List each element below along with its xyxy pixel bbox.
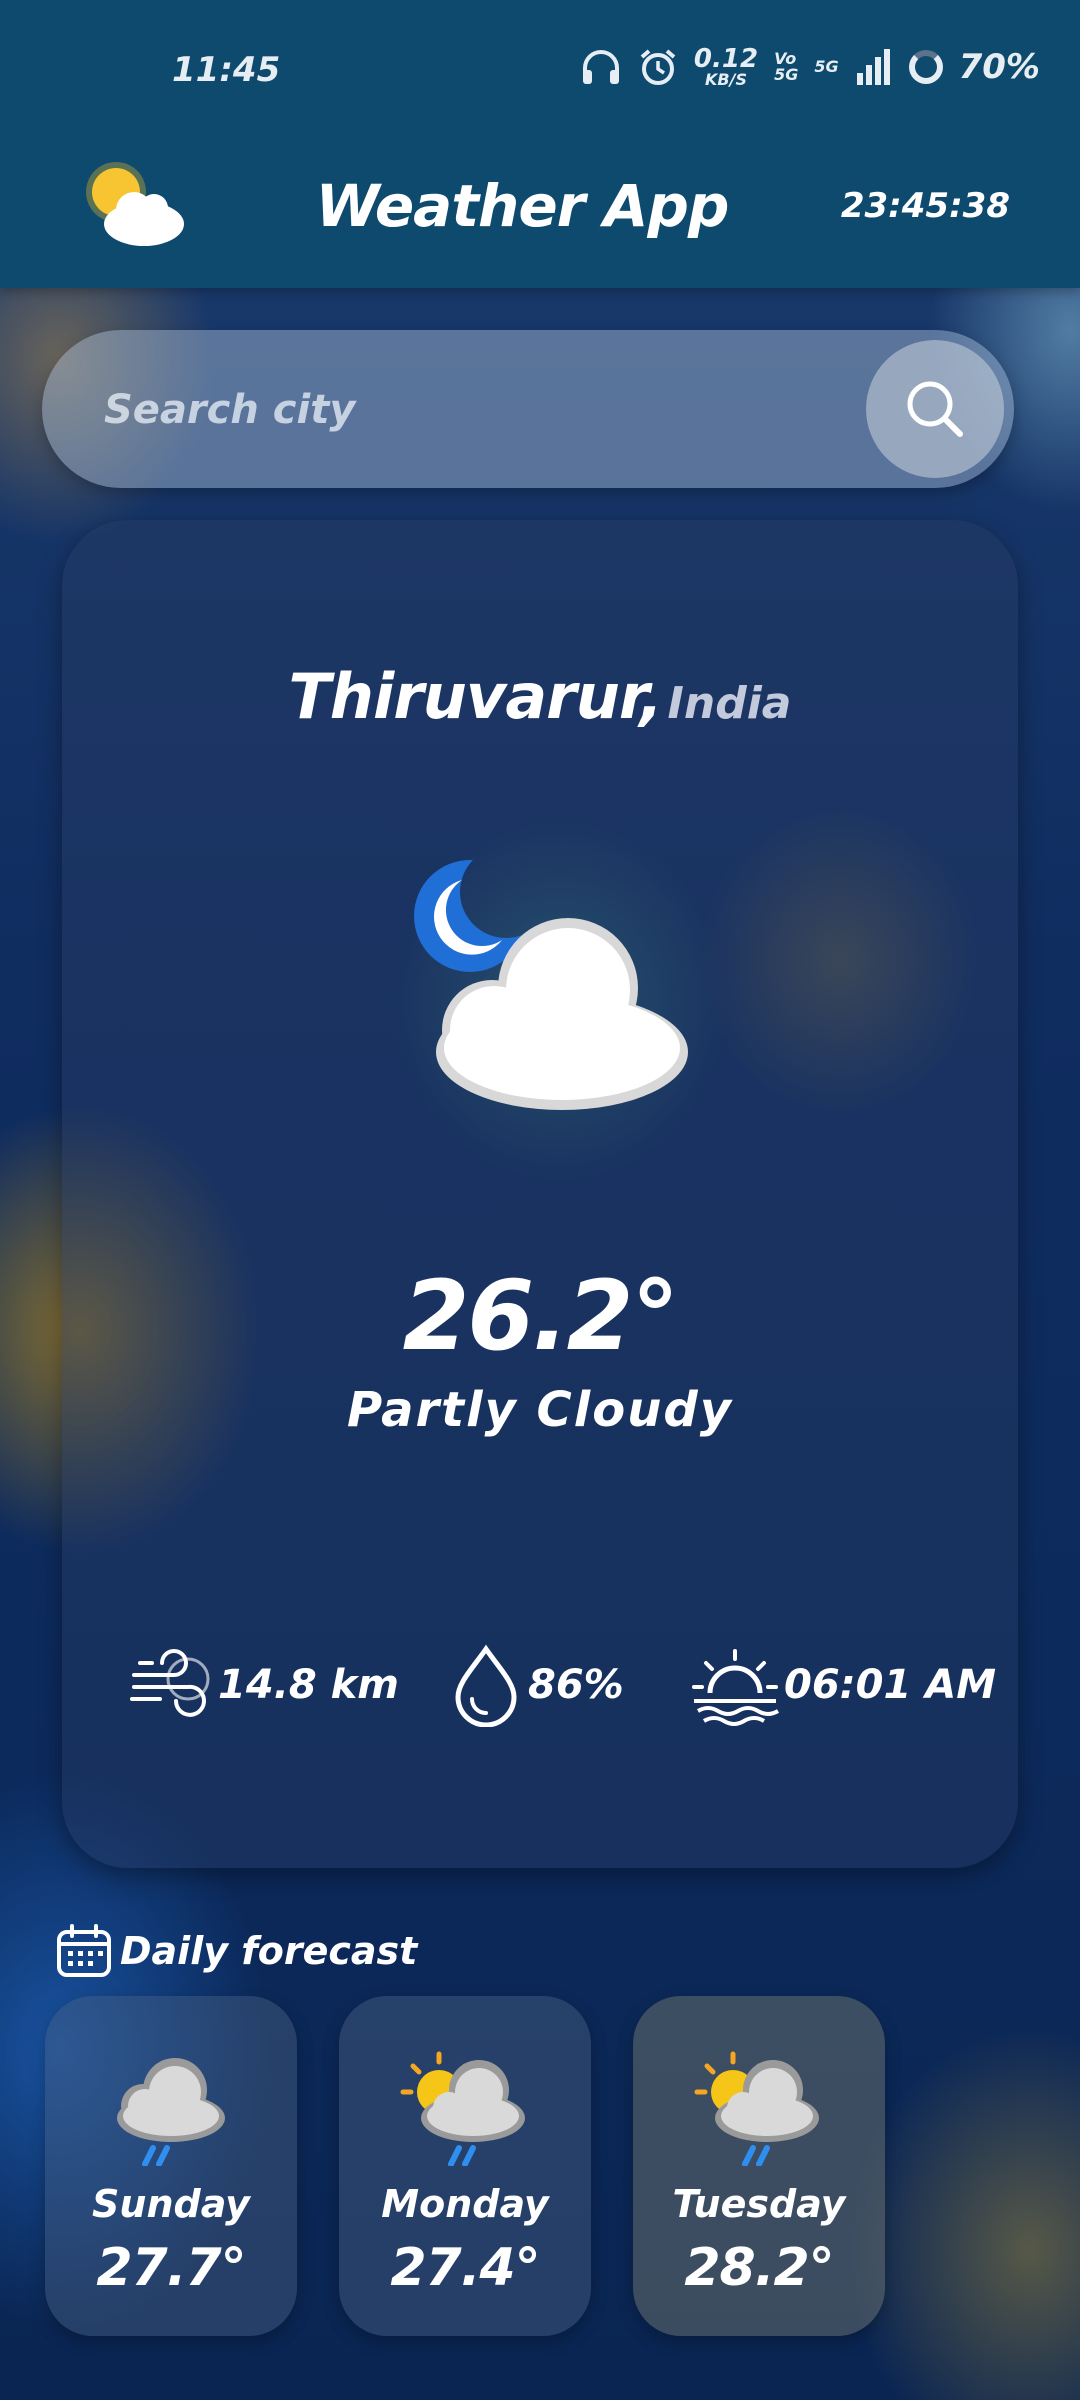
country-name: India xyxy=(667,678,792,729)
current-weather-card: Thiruvarur, India 26.2° Partly Cloudy 14… xyxy=(62,520,1018,1868)
status-icons: 0.12 KB/S Vo 5G 5G 70% xyxy=(580,46,1040,88)
wind-value: 14.8 km xyxy=(218,1662,399,1708)
wind-icon xyxy=(130,1649,210,1717)
alarm-icon xyxy=(640,49,676,85)
cloud-rain-icon xyxy=(117,2058,225,2166)
battery-percent: 70% xyxy=(958,47,1040,87)
net-speed-value: 0.12 xyxy=(693,44,759,74)
forecast-temp: 27.7° xyxy=(96,2238,246,2298)
volte-indicator: Vo 5G xyxy=(774,51,798,83)
headphones-icon xyxy=(582,50,619,84)
status-time: 11:45 xyxy=(172,50,281,90)
sunrise-stat: 06:01 AM xyxy=(690,1640,996,1730)
humidity-value: 86% xyxy=(528,1662,624,1708)
current-temperature: 26.2° xyxy=(402,1260,680,1372)
weather-stats: 14.8 km 86% 06:01 AM xyxy=(62,1640,1018,1730)
search-button[interactable] xyxy=(866,340,1004,478)
forecast-temp: 27.4° xyxy=(390,2238,540,2298)
search-icon xyxy=(907,381,963,437)
location-separator: , xyxy=(639,660,663,733)
forecast-day: Tuesday xyxy=(672,2182,846,2226)
forecast-day: Sunday xyxy=(92,2182,250,2226)
humidity-icon xyxy=(455,1644,517,1727)
search-bar xyxy=(42,330,1014,490)
network-type: 5G xyxy=(814,57,839,76)
signal-icon xyxy=(856,49,890,85)
weather-description: Partly Cloudy xyxy=(346,1382,734,1438)
calendar-icon xyxy=(57,1924,111,1977)
sunrise-value: 06:01 AM xyxy=(784,1662,997,1708)
volte-network: 5G xyxy=(774,65,799,84)
app-header: 11:45 0.12 KB/S Vo 5G 5G 70% Weather App… xyxy=(0,0,1080,288)
sunrise-icon xyxy=(692,1649,780,1726)
battery-ring-icon xyxy=(908,50,943,84)
net-speed-unit: KB/S xyxy=(705,70,747,89)
forecast-card-tuesday[interactable]: Tuesday 28.2° xyxy=(633,1996,885,2336)
forecast-card-sunday[interactable]: Sunday 27.7° xyxy=(45,1996,297,2336)
forecast-card-monday[interactable]: Monday 27.4° xyxy=(339,1996,591,2336)
forecast-day: Monday xyxy=(381,2182,549,2226)
forecast-heading: Daily forecast xyxy=(56,1924,417,1978)
location: Thiruvarur, India xyxy=(62,660,1018,733)
search-input[interactable] xyxy=(102,330,866,490)
forecast-temp: 28.2° xyxy=(684,2238,834,2298)
net-speed: 0.12 KB/S xyxy=(694,46,758,88)
wind-stat: 14.8 km xyxy=(130,1640,399,1730)
city-name: Thiruvarur xyxy=(288,660,641,733)
moon-cloud-icon xyxy=(414,860,688,1110)
sun-cloud-rain-icon xyxy=(694,2051,819,2166)
sun-cloud-rain-icon xyxy=(400,2051,525,2166)
header-clock: 23:45:38 xyxy=(840,186,1010,226)
forecast-heading-label: Daily forecast xyxy=(120,1929,418,1973)
humidity-stat: 86% xyxy=(448,1640,624,1730)
